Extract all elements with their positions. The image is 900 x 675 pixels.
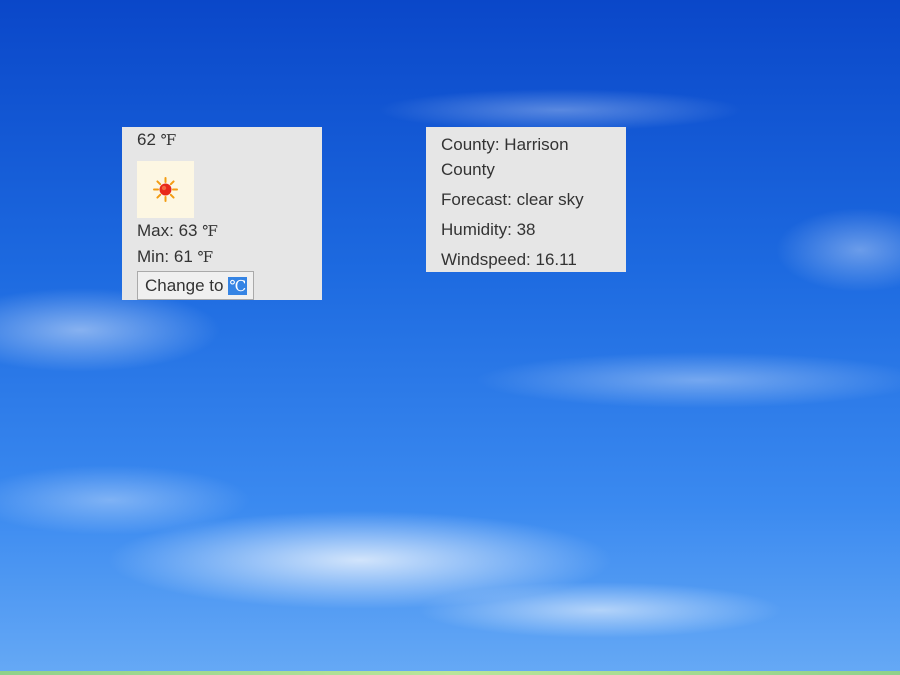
current-temperature: 62 ℉ — [137, 129, 322, 155]
weather-icon-box — [137, 161, 194, 218]
forecast-text: Forecast: clear sky — [441, 190, 584, 209]
max-temperature: Max: 63 ℉ — [137, 218, 322, 244]
humidity-text: Humidity: 38 — [441, 220, 536, 239]
max-label: Max: — [137, 221, 174, 240]
target-unit: ℃ — [228, 276, 248, 295]
sun-icon — [153, 177, 178, 202]
temperature-unit: ℉ — [160, 131, 177, 149]
min-value: 61 — [173, 247, 193, 266]
change-unit-label: Change to — [145, 275, 224, 295]
min-label: Min: — [137, 247, 170, 266]
change-unit-button[interactable]: Change to ℃ — [137, 271, 255, 300]
max-value: 63 — [178, 221, 198, 240]
current-temperature-value: 62 — [137, 130, 156, 149]
temperature-panel: 62 ℉ Max: 63 ℉ Min: 61 ℉ Change to ℃ — [122, 127, 322, 300]
details-panel: County: Harrison County Forecast: clear … — [426, 127, 626, 272]
min-temperature: Min: 61 ℉ — [137, 244, 322, 270]
sky-background — [0, 0, 900, 675]
ground-strip — [0, 671, 900, 675]
max-unit: ℉ — [202, 222, 218, 240]
min-unit: ℉ — [197, 248, 214, 266]
county-text: County: Harrison County — [441, 135, 569, 179]
windspeed-text: Windspeed: 16.11 — [441, 250, 577, 269]
